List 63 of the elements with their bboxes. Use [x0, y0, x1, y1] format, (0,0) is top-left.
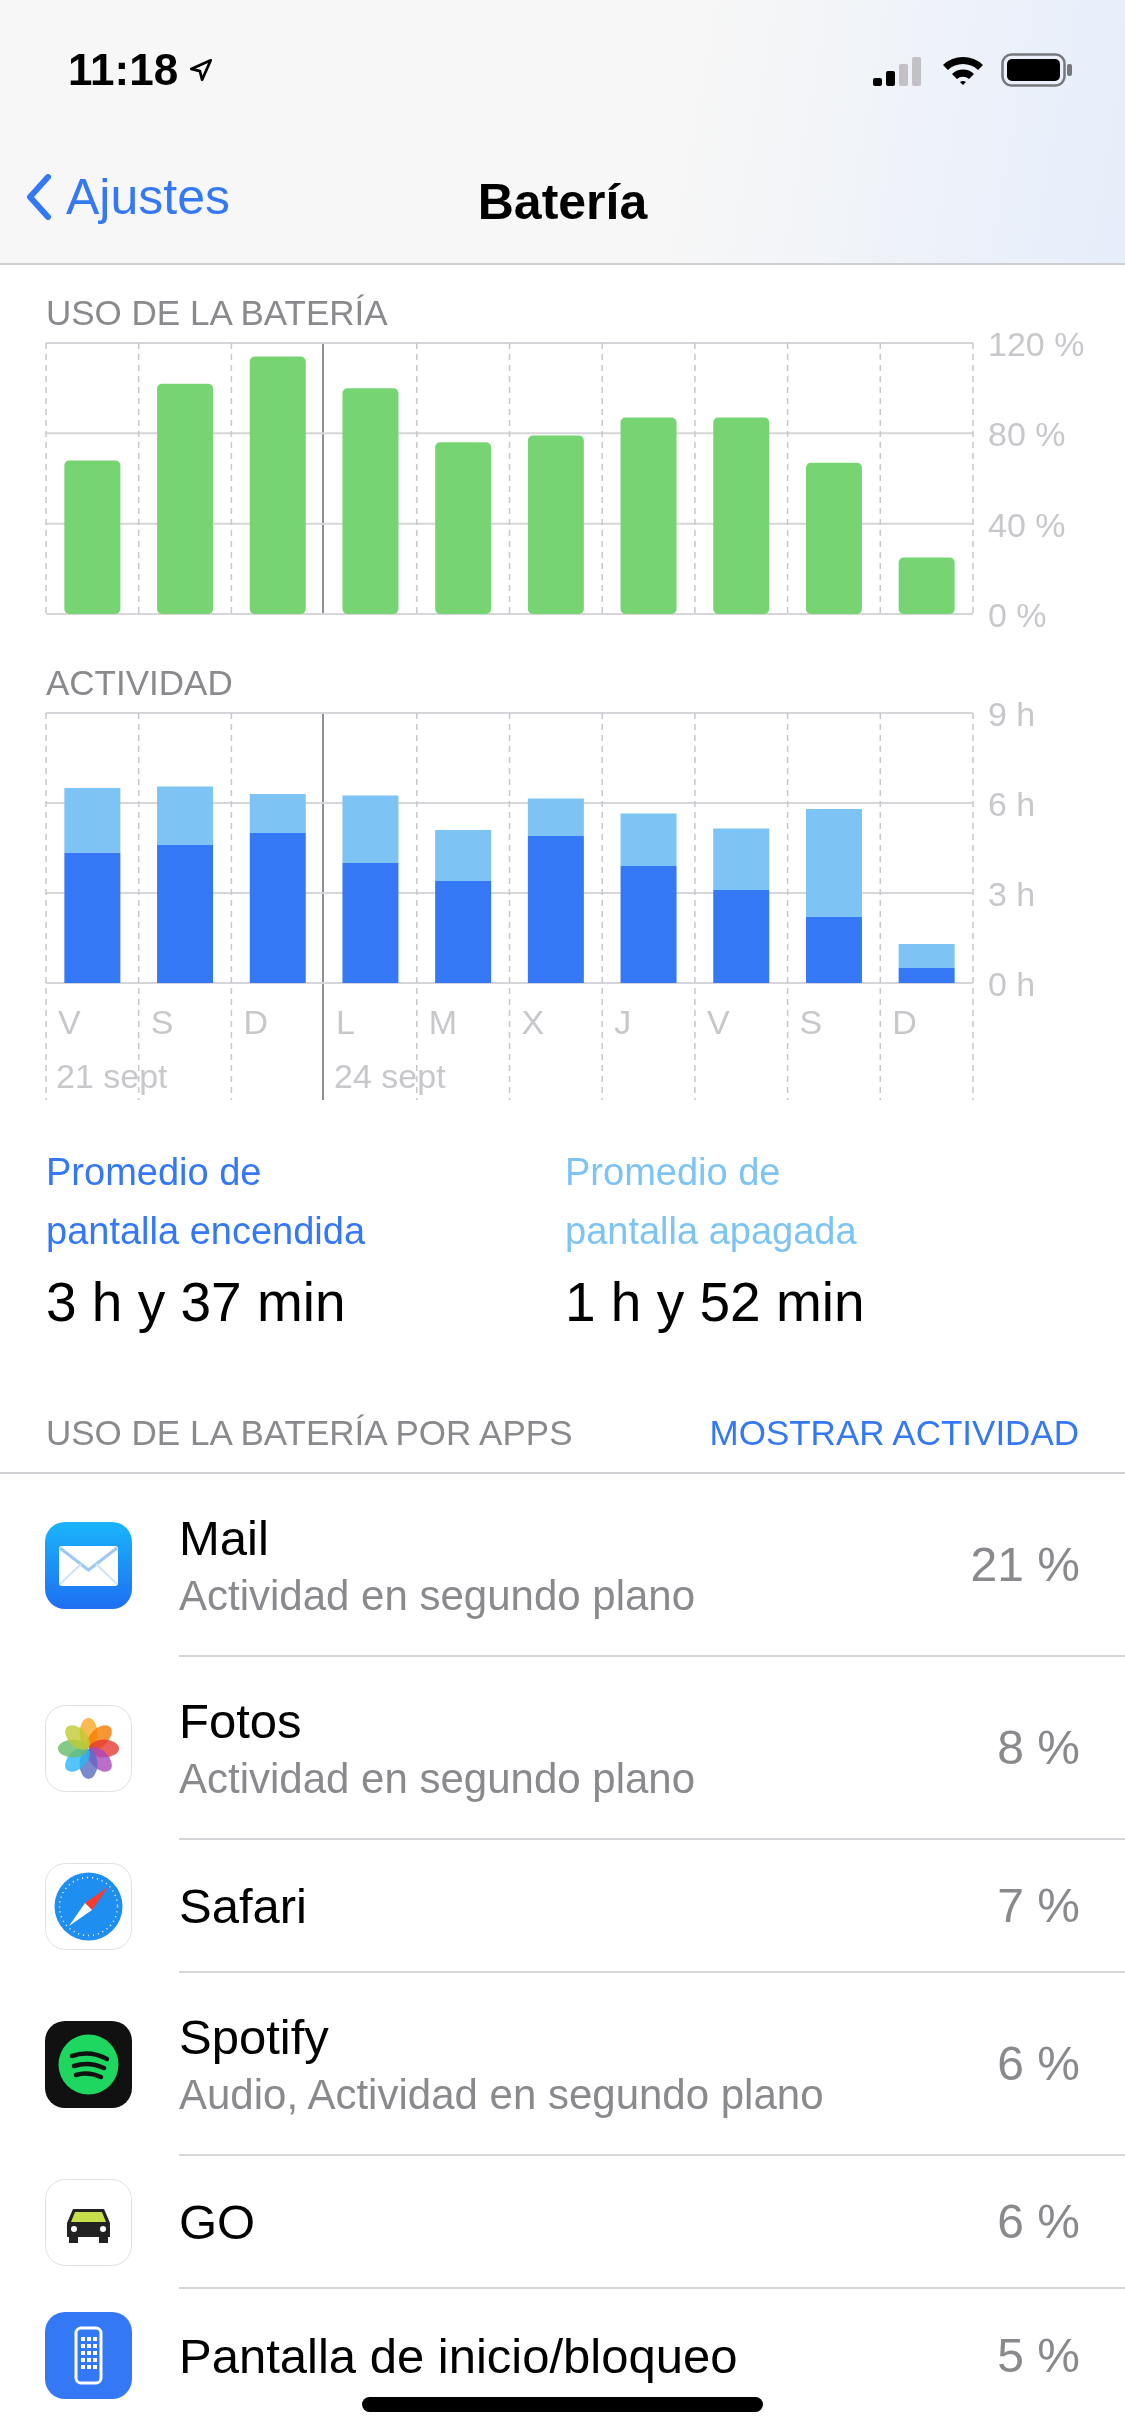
app-name: Spotify — [179, 2008, 330, 2065]
app-name: GO — [179, 2193, 257, 2250]
app-name: Pantalla de inicio/bloqueo — [179, 2327, 739, 2384]
app-row[interactable]: GO 6 % — [0, 2156, 1125, 2289]
battery-icon — [1001, 53, 1073, 87]
car-icon — [45, 2179, 132, 2266]
app-row[interactable]: Mail Actividad en segundo plano 21 % — [0, 1474, 1125, 1657]
axis-label: 0 h — [988, 965, 1036, 1003]
axis-label: 9 h — [988, 695, 1036, 733]
axis-label: 3 h — [988, 875, 1036, 913]
flower-icon — [45, 1705, 132, 1792]
app-name: Mail — [179, 1509, 270, 1566]
compass-icon — [45, 1863, 132, 1950]
envelope-icon — [45, 1522, 132, 1609]
sound-waves-icon — [45, 2021, 132, 2108]
date-label: 21 sept — [56, 1057, 168, 1095]
average-label: Promedio de pantalla encendida — [46, 1150, 367, 1254]
wifi-icon — [941, 54, 985, 86]
day-label: D — [243, 1003, 268, 1041]
section-header: ACTIVIDAD — [45, 663, 234, 703]
axis-label: 120 % — [988, 325, 1085, 363]
axis-label: 6 h — [988, 785, 1036, 823]
average-value: 1 h y 52 min — [565, 1270, 866, 1335]
page-title: Batería — [477, 172, 648, 231]
day-label: D — [892, 1003, 917, 1041]
day-label: S — [799, 1003, 823, 1041]
section-header: USO DE LA BATERÍA — [45, 293, 389, 333]
section-header: USO DE LA BATERÍA POR APPS — [46, 1413, 573, 1453]
app-percentage: 21 % — [970, 1537, 1080, 1592]
average-label: Promedio de pantalla apagada — [565, 1150, 858, 1254]
day-label: M — [428, 1003, 458, 1041]
phone-icon — [45, 2312, 132, 2399]
day-label: V — [58, 1003, 81, 1041]
app-row[interactable]: Spotify Audio, Actividad en segundo plano 6 % — [0, 1973, 1125, 2156]
back-button[interactable]: Ajustes — [26, 168, 230, 226]
app-name: Fotos — [179, 1692, 303, 1749]
app-name: Safari — [179, 1877, 308, 1934]
app-row[interactable]: Pantalla de inicio/bloqueo 5 % — [0, 2289, 1125, 2422]
app-percentage: 6 % — [997, 2036, 1080, 2091]
location-arrow-icon — [188, 57, 215, 83]
day-label: L — [336, 1003, 355, 1041]
day-label: V — [706, 1003, 730, 1041]
app-percentage: 6 % — [997, 2194, 1080, 2249]
app-percentage: 7 % — [997, 1878, 1080, 1933]
chart-bar — [898, 557, 955, 614]
day-label: X — [521, 1003, 545, 1041]
app-percentage: 5 % — [997, 2328, 1080, 2383]
app-row[interactable]: Fotos Actividad en segundo plano 8 % — [0, 1657, 1125, 1840]
app-detail: Actividad en segundo plano — [179, 1571, 697, 1620]
app-row[interactable]: Safari 7 % — [0, 1840, 1125, 1973]
day-label: J — [614, 1003, 632, 1041]
average-value: 3 h y 37 min — [46, 1270, 347, 1335]
axis-label: 40 % — [988, 505, 1066, 544]
day-label: S — [150, 1003, 174, 1041]
show-activity-link[interactable]: MOSTRAR ACTIVIDAD — [709, 1413, 1079, 1453]
chevron-left-icon — [26, 174, 52, 220]
app-detail: Audio, Actividad en segundo plano — [179, 2070, 825, 2119]
status-time: 11:18 — [68, 45, 179, 95]
axis-label: 80 % — [988, 415, 1066, 454]
app-percentage: 8 % — [997, 1720, 1080, 1775]
axis-label: 0 % — [988, 596, 1047, 634]
date-label: 24 sept — [334, 1057, 446, 1095]
app-detail: Actividad en segundo plano — [179, 1754, 697, 1803]
